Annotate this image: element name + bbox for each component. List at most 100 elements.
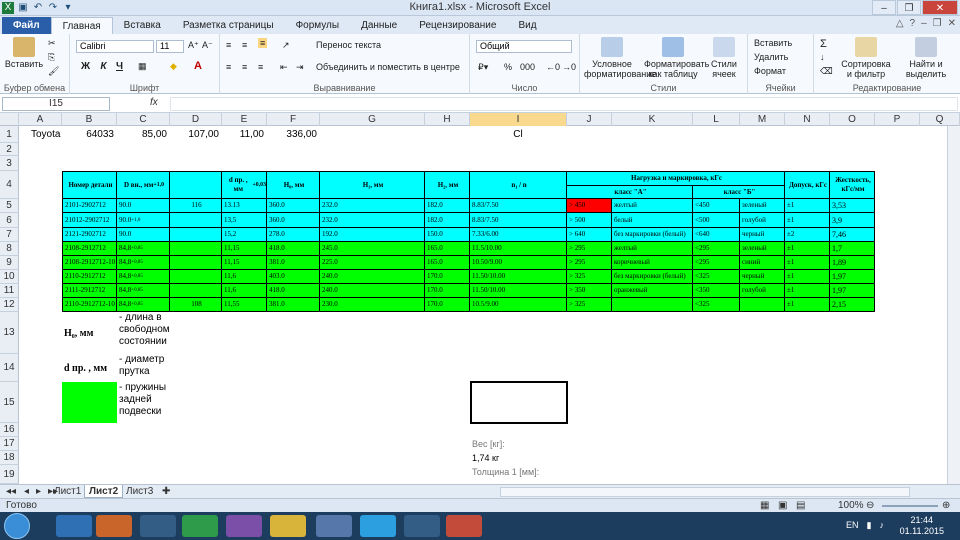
column-header[interactable]: A — [19, 113, 62, 126]
sort-filter-button[interactable]: Сортировка и фильтр — [838, 37, 894, 79]
cell-h1[interactable]: 245.0 — [320, 242, 425, 256]
row-header[interactable]: 4 — [0, 171, 19, 199]
row-header[interactable]: 10 — [0, 270, 19, 284]
fill-icon[interactable]: ↓ — [820, 52, 825, 62]
cell-st[interactable]: 3,53 — [830, 199, 875, 213]
row-header[interactable]: 19 — [0, 465, 19, 484]
cell-dpr[interactable]: 11,15 — [222, 242, 267, 256]
cell-dvn[interactable]: 84,8 +0,85 — [117, 242, 170, 256]
start-button-icon[interactable] — [4, 513, 30, 539]
header-class-b[interactable]: класс "Б" — [693, 186, 785, 199]
cell-part[interactable]: 2108-2912712-10 — [62, 256, 117, 270]
underline-button[interactable]: Ч — [112, 60, 127, 73]
cell-h2[interactable]: 182.0 — [425, 199, 470, 213]
header-d-wire[interactable]: d пр. , мм +0,03 — [222, 171, 267, 199]
legend-green-desc[interactable]: - пружины задней подвески — [117, 382, 170, 423]
shrink-font-icon[interactable]: A⁻ — [202, 40, 213, 51]
tab-data[interactable]: Данные — [350, 17, 408, 34]
legend-h0-label[interactable]: Н₀, мм — [62, 312, 117, 354]
cell-ca[interactable]: оранжевый — [612, 284, 693, 298]
cell-h0[interactable]: 360.0 — [267, 213, 320, 228]
sheet-nav-first-icon[interactable]: ◂◂ — [2, 485, 20, 498]
normal-view-icon[interactable]: ▦ — [760, 499, 769, 513]
cell-part[interactable]: 2110-2912712-10 — [62, 298, 117, 312]
help-icon[interactable]: ? — [910, 18, 916, 29]
cell-n[interactable]: 11.50/10.00 — [470, 284, 567, 298]
cell-h2[interactable]: 150.0 — [425, 228, 470, 242]
cell-ca[interactable]: белый — [612, 213, 693, 228]
cell-n[interactable]: 11.50/10.00 — [470, 270, 567, 284]
cell-h0[interactable]: 418.0 — [267, 242, 320, 256]
cell-h1[interactable]: 240.0 — [320, 270, 425, 284]
tab-home[interactable]: Главная — [50, 17, 113, 34]
cell-h2[interactable]: 170.0 — [425, 270, 470, 284]
cell-ca[interactable]: желтый — [612, 242, 693, 256]
cell-part[interactable]: 2108-2912712 — [62, 242, 117, 256]
cell-cb[interactable]: черный — [740, 270, 785, 284]
row-header[interactable]: 12 — [0, 298, 19, 312]
cell-gb[interactable]: <350 — [693, 284, 740, 298]
cell-gb[interactable]: <325 — [693, 298, 740, 312]
cell-extra[interactable] — [170, 242, 222, 256]
worksheet-grid[interactable]: 1 2 3 4 5 6 7 8 9 10 11 12 13 14 15 16 1… — [0, 126, 960, 484]
cell-st[interactable]: 1,7 — [830, 242, 875, 256]
row-header[interactable]: 14 — [0, 354, 19, 382]
cell-h0[interactable]: 278.0 — [267, 228, 320, 242]
column-header[interactable]: G — [320, 113, 425, 126]
borders-icon[interactable]: ▦ — [138, 61, 147, 72]
clear-icon[interactable]: ⌫ — [820, 66, 833, 77]
cell-h2[interactable]: 165.0 — [425, 256, 470, 270]
cell-extra[interactable] — [170, 256, 222, 270]
cell-ca[interactable]: желтый — [612, 199, 693, 213]
cell-ca[interactable] — [612, 298, 693, 312]
header-part-number[interactable]: Номер детали — [62, 171, 117, 199]
ie-icon[interactable] — [56, 515, 92, 537]
cell-dvn[interactable]: 84,8 +0,85 — [117, 298, 170, 312]
cell-n[interactable]: 10.5/9.00 — [470, 298, 567, 312]
cell-ga[interactable]: > 500 — [567, 213, 612, 228]
insert-function-icon[interactable]: fx — [150, 97, 158, 108]
cell-h0[interactable]: 360.0 — [267, 199, 320, 213]
formula-input[interactable] — [170, 97, 958, 111]
workbook-minimize-icon[interactable]: – — [921, 18, 927, 29]
sheet-tab-2[interactable]: Лист2 — [84, 485, 124, 498]
cell-h0[interactable]: 381.0 — [267, 298, 320, 312]
workbook-close-icon[interactable]: ✕ — [948, 18, 956, 29]
cell-st[interactable]: 2,15 — [830, 298, 875, 312]
align-right-icon[interactable]: ≡ — [258, 62, 263, 72]
insert-cells-button[interactable]: Вставить — [754, 38, 792, 48]
legend-green-swatch[interactable] — [62, 382, 117, 423]
cell-dpr[interactable]: 11,15 — [222, 256, 267, 270]
delete-cells-button[interactable]: Удалить — [754, 52, 788, 62]
column-header[interactable]: J — [567, 113, 612, 126]
cell-cb[interactable]: голубой — [740, 284, 785, 298]
font-name-combo[interactable]: Calibri — [76, 40, 154, 53]
row-header[interactable]: 13 — [0, 312, 19, 354]
page-layout-view-icon[interactable]: ▣ — [778, 499, 787, 513]
cell-extra[interactable] — [170, 284, 222, 298]
zoom-slider[interactable] — [882, 505, 938, 507]
cell-h2[interactable]: 170.0 — [425, 298, 470, 312]
row-header[interactable]: 6 — [0, 213, 19, 228]
cell-dvn[interactable]: 84,8 +0,85 — [117, 270, 170, 284]
cell-h0[interactable]: 418.0 — [267, 284, 320, 298]
network-icon[interactable]: ▮ — [867, 520, 872, 531]
zoom-out-icon[interactable]: ⊖ — [866, 499, 874, 513]
cell-st[interactable]: 1,97 — [830, 270, 875, 284]
grow-font-icon[interactable]: A⁺ — [188, 40, 199, 51]
cell-ga[interactable]: > 295 — [567, 256, 612, 270]
cell-i1[interactable]: Cl — [470, 126, 567, 143]
skype-icon[interactable] — [360, 515, 396, 537]
select-all-corner[interactable] — [0, 113, 19, 126]
tab-page-layout[interactable]: Разметка страницы — [172, 17, 285, 34]
column-header-selected[interactable]: I — [470, 113, 567, 126]
cell-tol[interactable]: ±1 — [785, 270, 830, 284]
column-header[interactable]: L — [693, 113, 740, 126]
cell-cb[interactable]: зеленый — [740, 199, 785, 213]
explorer-icon[interactable] — [140, 515, 176, 537]
cell-h1[interactable]: 225.0 — [320, 256, 425, 270]
zoom-in-icon[interactable]: ⊕ — [942, 499, 950, 513]
tab-view[interactable]: Вид — [507, 17, 547, 34]
column-header[interactable]: N — [785, 113, 830, 126]
format-painter-icon[interactable]: 🖌 — [48, 66, 59, 77]
